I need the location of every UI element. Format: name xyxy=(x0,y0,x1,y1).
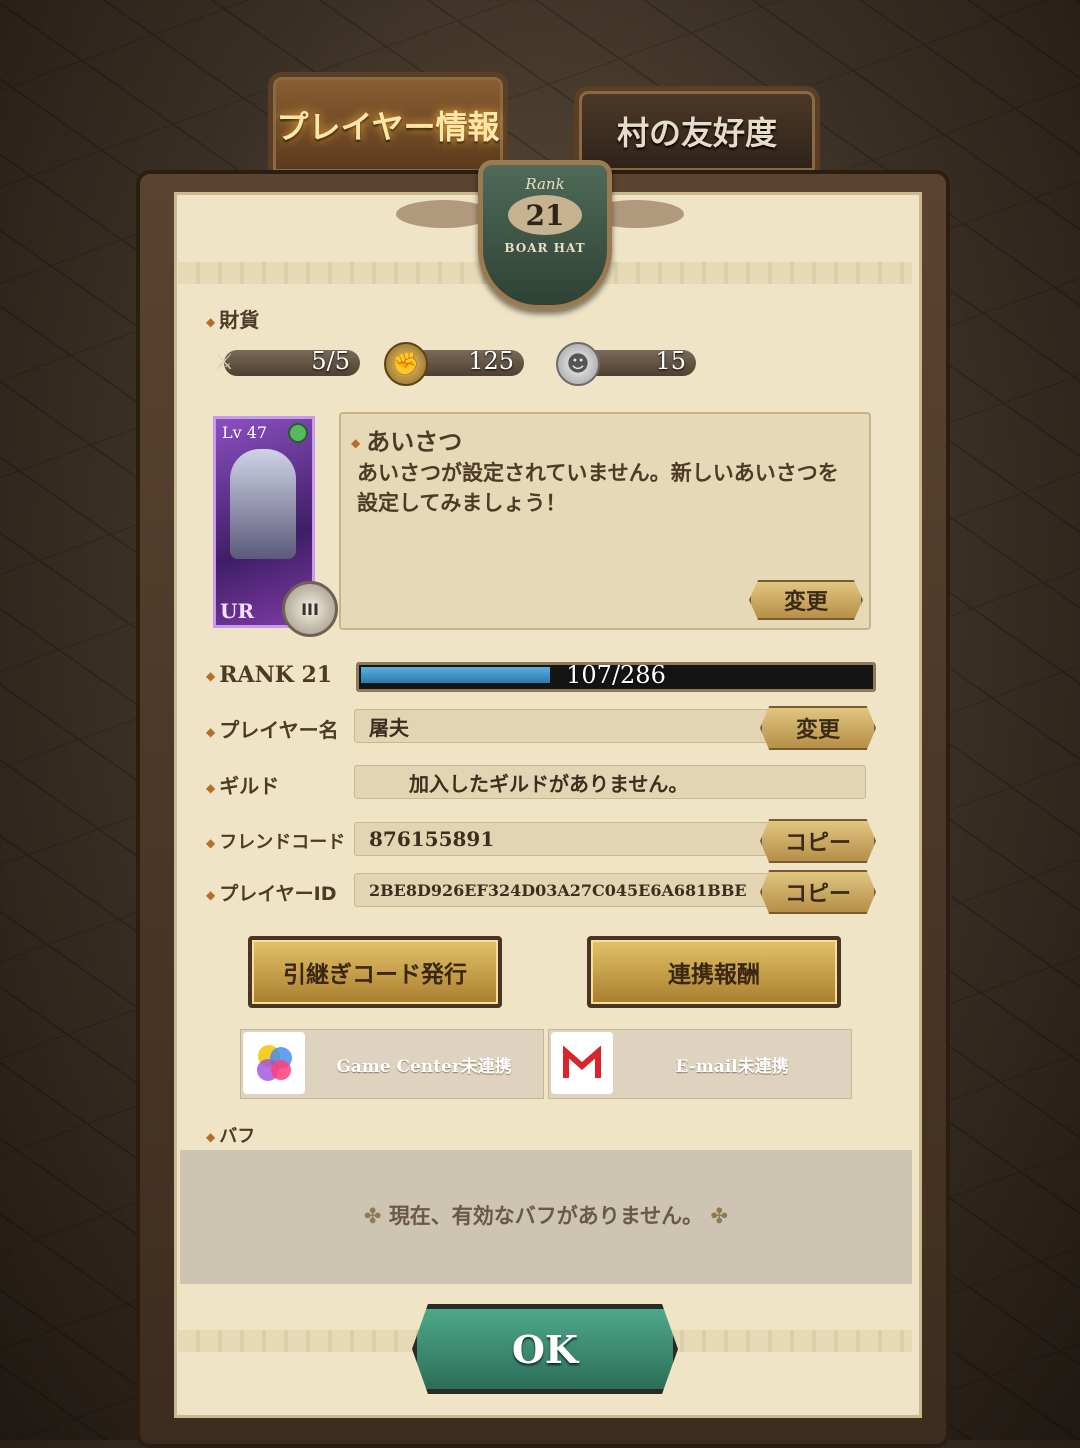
email-status: E-mail未連携 xyxy=(675,1056,789,1077)
mail-icon xyxy=(551,1032,613,1094)
knight-helmet-icon: III xyxy=(282,581,338,637)
currency-label: 財貨 xyxy=(206,304,259,333)
coin-value: 125 xyxy=(468,347,514,375)
tab-village-friendship[interactable]: 村の友好度 xyxy=(574,86,820,176)
greeting-text: あいさつが設定されていません。新しいあいさつを設定してみましょう！ xyxy=(357,461,839,515)
rank-badge-guild: BOAR HAT xyxy=(504,241,586,255)
stamina-counter: ⚔ 5/5 xyxy=(204,346,360,380)
rank-label: RANK 21 xyxy=(206,662,332,688)
transfer-code-button[interactable]: 引継ぎコード発行 xyxy=(248,936,502,1008)
rank-badge: Rank 21 BOAR HAT xyxy=(478,160,612,310)
greeting-box: あいさつ あいさつが設定されていません。新しいあいさつを設定してみましょう！ 変… xyxy=(339,412,871,630)
game-center-status: Game Center未連携 xyxy=(336,1056,512,1077)
player-id-label: プレイヤーID xyxy=(206,879,336,906)
game-center-icon xyxy=(243,1032,305,1094)
player-name-change-button[interactable]: 変更 xyxy=(760,706,876,750)
friend-code-field: 876155891 xyxy=(354,822,774,856)
silver-value: 15 xyxy=(655,347,686,375)
game-center-link[interactable]: Game Center未連携 xyxy=(240,1029,544,1099)
rank-exp-bar: 107/286 xyxy=(356,661,876,692)
email-link[interactable]: E-mail未連携 xyxy=(548,1029,852,1099)
player-id-copy-button[interactable]: コピー xyxy=(760,870,876,914)
stamina-value: 5/5 xyxy=(311,347,350,375)
card-level: Lv 47 xyxy=(222,423,268,442)
ok-button[interactable]: OK xyxy=(412,1304,678,1394)
silver-counter: ☻ 15 xyxy=(556,342,696,386)
player-id-field: 2BE8D926EF324D03A27C045E6A681BBE xyxy=(354,873,774,907)
buff-label: バフ xyxy=(206,1122,255,1148)
rank-badge-number: 21 xyxy=(508,195,582,235)
friend-code-copy-button[interactable]: コピー xyxy=(760,819,876,863)
buff-area: 現在、有効なバフがありません。 xyxy=(180,1150,912,1284)
card-element-icon xyxy=(288,423,308,443)
coin-counter: ✊ 125 xyxy=(384,342,524,386)
rank-exp-text: 107/286 xyxy=(566,661,666,689)
rank-badge-label: Rank xyxy=(525,175,565,193)
silver-coin-icon: ☻ xyxy=(556,342,600,386)
guild-label: ギルド xyxy=(206,770,279,799)
character-card[interactable]: Lv 47 UR III xyxy=(213,416,338,637)
greeting-title: あいさつ xyxy=(351,422,462,457)
character-portrait xyxy=(230,449,296,559)
gold-coin-icon: ✊ xyxy=(384,342,428,386)
guild-field: 加入したギルドがありません。 xyxy=(354,765,866,799)
link-reward-button[interactable]: 連携報酬 xyxy=(587,936,841,1008)
card-rarity: UR xyxy=(220,599,255,623)
friend-code-label: フレンドコード xyxy=(206,828,345,854)
greeting-change-button[interactable]: 変更 xyxy=(749,580,863,620)
tab-player-info[interactable]: プレイヤー情報 xyxy=(268,72,508,177)
buff-message: 現在、有効なバフがありません。 xyxy=(180,1200,912,1230)
crossed-swords-icon: ⚔ xyxy=(214,349,234,375)
player-name-field: 屠夫 xyxy=(354,709,774,743)
player-name-label: プレイヤー名 xyxy=(206,714,338,743)
